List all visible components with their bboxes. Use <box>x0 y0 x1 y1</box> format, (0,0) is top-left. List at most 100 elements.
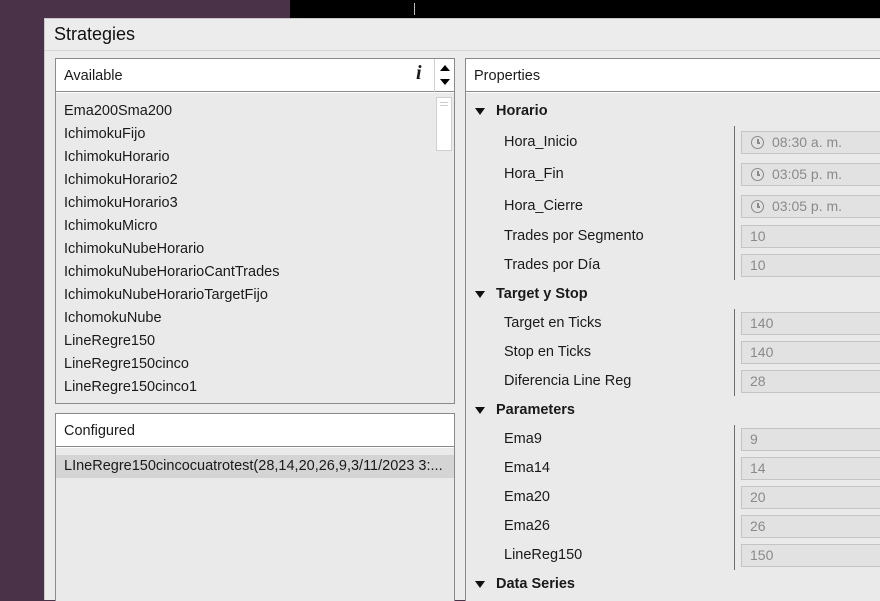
property-name: Hora_Cierre <box>504 198 583 214</box>
property-value-field[interactable]: 140 <box>741 341 880 364</box>
property-name: Trades por Segmento <box>504 228 644 244</box>
list-item[interactable]: LineRegre150 <box>56 330 434 353</box>
collapse-triangle-icon[interactable] <box>475 291 485 298</box>
collapse-triangle-icon[interactable] <box>475 407 485 414</box>
property-row: Trades por Segmento 10 <box>466 222 880 251</box>
property-row: Trades por Día 10 <box>466 251 880 280</box>
property-value-field[interactable]: 26 <box>741 515 880 538</box>
property-row: Ema20 20 <box>466 483 880 512</box>
property-divider[interactable] <box>734 251 735 280</box>
list-item[interactable]: IchimokuFijo <box>56 123 434 146</box>
properties-header: Properties <box>466 59 880 92</box>
configured-list: LIneRegre150cincocuatrotest(28,14,20,26,… <box>56 448 454 601</box>
category-label: Horario <box>496 103 548 119</box>
property-row: Diferencia Line Reg 28 <box>466 367 880 396</box>
property-divider[interactable] <box>734 483 735 512</box>
property-value: 9 <box>750 431 758 447</box>
list-item[interactable]: IchimokuNubeHorarioCantTrades <box>56 261 434 284</box>
property-row: Hora_Cierre 03:05 p. m. <box>466 190 880 222</box>
configured-item[interactable]: LIneRegre150cincocuatrotest(28,14,20,26,… <box>56 455 454 478</box>
property-value-field[interactable]: 140 <box>741 312 880 335</box>
property-value-field[interactable]: 28 <box>741 370 880 393</box>
property-value-field[interactable]: 03:05 p. m. <box>741 163 880 186</box>
property-grid: Horario Hora_Inicio 08:30 a. m. Hora_Fin 03:… <box>466 93 880 601</box>
property-value-field[interactable]: 03:05 p. m. <box>741 195 880 218</box>
list-item[interactable]: IchimokuHorario <box>56 146 434 169</box>
list-item[interactable]: IchimokuHorario2 <box>56 169 434 192</box>
list-item[interactable]: IchomokuNube <box>56 307 434 330</box>
property-value-field[interactable]: 10 <box>741 254 880 277</box>
property-value-field[interactable]: 14 <box>741 457 880 480</box>
available-scrollbar[interactable] <box>434 93 454 403</box>
property-row: Ema9 9 <box>466 425 880 454</box>
arrow-up-icon[interactable] <box>440 65 450 71</box>
property-name: Ema20 <box>504 489 550 505</box>
property-value: 14 <box>750 460 766 476</box>
list-item[interactable]: IchimokuNubeHorarioTargetFijo <box>56 284 434 307</box>
property-divider[interactable] <box>734 541 735 570</box>
property-row: Hora_Fin 03:05 p. m. <box>466 158 880 190</box>
clock-icon <box>751 136 764 149</box>
category-label: Target y Stop <box>496 286 588 302</box>
property-name: Ema9 <box>504 431 542 447</box>
property-value: 10 <box>750 257 766 273</box>
arrow-down-icon[interactable] <box>440 79 450 85</box>
property-value: 03:05 p. m. <box>772 198 843 214</box>
list-item[interactable]: LineRegre150cinco1 <box>56 376 434 399</box>
property-row: LineReg150 150 <box>466 541 880 570</box>
property-value-field[interactable]: 08:30 a. m. <box>741 131 880 154</box>
property-name: LineReg150 <box>504 547 583 563</box>
property-value: 26 <box>750 518 766 534</box>
property-divider[interactable] <box>734 190 735 222</box>
available-list: Ema200Sma200 IchimokuFijo IchimokuHorario I… <box>56 93 434 399</box>
list-item[interactable]: LineRegre150cinco <box>56 353 434 376</box>
property-value-field[interactable]: 150 <box>741 544 880 567</box>
configured-header: Configured <box>56 414 454 447</box>
property-divider[interactable] <box>734 425 735 454</box>
available-header-label: Available <box>64 68 123 84</box>
list-item[interactable]: Ema200Sma200 <box>56 100 434 123</box>
property-row: Stop en Ticks 140 <box>466 338 880 367</box>
properties-panel: Properties Horario Hora_Inicio 08:30 a. m.… <box>465 58 880 601</box>
property-name: Trades por Día <box>504 257 601 273</box>
property-divider[interactable] <box>734 309 735 338</box>
property-row: Ema14 14 <box>466 454 880 483</box>
property-divider[interactable] <box>734 338 735 367</box>
property-divider[interactable] <box>734 367 735 396</box>
configured-header-label: Configured <box>64 423 135 439</box>
list-item[interactable]: IchimokuNubeHorario <box>56 238 434 261</box>
property-name: Diferencia Line Reg <box>504 373 632 389</box>
property-divider[interactable] <box>734 126 735 158</box>
window-tick-mark <box>414 3 415 15</box>
list-item[interactable]: IchimokuHorario3 <box>56 192 434 215</box>
scroll-thumb[interactable] <box>436 97 452 151</box>
info-icon[interactable]: i <box>416 62 422 85</box>
property-value: 28 <box>750 373 766 389</box>
property-value: 08:30 a. m. <box>772 134 843 150</box>
clock-icon <box>751 200 764 213</box>
property-divider[interactable] <box>734 222 735 251</box>
property-name: Target en Ticks <box>504 315 602 331</box>
title-separator <box>45 50 880 51</box>
property-value-field[interactable]: 10 <box>741 225 880 248</box>
property-name: Ema26 <box>504 518 550 534</box>
available-header: Available i <box>56 59 454 92</box>
category-label: Parameters <box>496 402 575 418</box>
property-name: Hora_Inicio <box>504 134 578 150</box>
clock-icon <box>751 168 764 181</box>
property-value: 20 <box>750 489 766 505</box>
property-value-field[interactable]: 20 <box>741 486 880 509</box>
property-divider[interactable] <box>734 512 735 541</box>
collapse-triangle-icon[interactable] <box>475 108 485 115</box>
property-divider[interactable] <box>734 454 735 483</box>
property-value-field[interactable]: 9 <box>741 428 880 451</box>
window-title: Strategies <box>54 24 136 44</box>
collapse-triangle-icon[interactable] <box>475 581 485 588</box>
property-row: Target en Ticks 140 <box>466 309 880 338</box>
property-divider[interactable] <box>734 158 735 190</box>
property-name: Hora_Fin <box>504 166 564 182</box>
property-value: 150 <box>750 547 774 563</box>
list-item[interactable]: IchimokuMicro <box>56 215 434 238</box>
property-value: 140 <box>750 315 774 331</box>
property-value: 140 <box>750 344 774 360</box>
